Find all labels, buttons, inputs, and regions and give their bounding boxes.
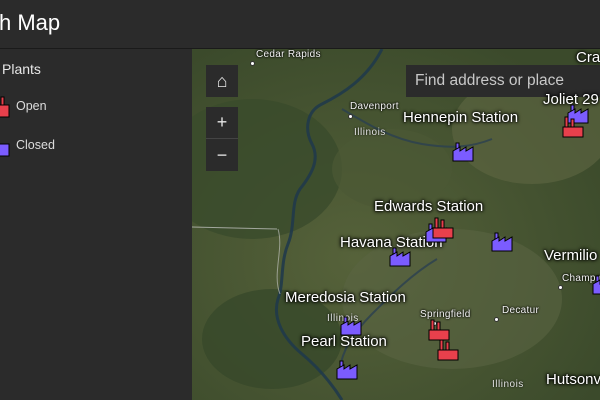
closed-plant-marker[interactable] — [452, 141, 474, 163]
closed-plant-marker[interactable] — [336, 359, 358, 381]
city-dot — [250, 61, 255, 66]
legend-item-closed: Closed — [0, 132, 174, 158]
app-title: sh Map — [0, 10, 61, 35]
zoom-out-button[interactable]: − — [206, 139, 238, 171]
station-label: Meredosia Station — [285, 289, 406, 306]
closed-plant-marker[interactable] — [592, 274, 600, 296]
open-plant-marker[interactable] — [428, 319, 450, 341]
legend-item-open: Open — [0, 93, 174, 119]
city-dot — [348, 114, 353, 119]
station-label: Cra — [576, 49, 600, 66]
closed-plant-marker[interactable] — [491, 231, 513, 253]
city-dot — [494, 317, 499, 322]
open-plant-icon — [0, 96, 10, 118]
station-label: Hutsonv — [546, 371, 600, 388]
app-header: sh Map — [0, 0, 600, 49]
open-plant-marker[interactable] — [562, 116, 584, 138]
home-button[interactable]: ⌂ — [206, 65, 238, 97]
legend-title: Plants — [2, 61, 41, 77]
map-view[interactable]: ⌂ + − Cedar Rapids Davenport Springfield… — [192, 49, 600, 400]
station-label: Hennepin Station — [403, 109, 519, 126]
legend-panel: Plants Open Closed — [0, 49, 192, 400]
open-plant-marker[interactable] — [432, 217, 454, 239]
closed-plant-marker[interactable] — [340, 315, 362, 337]
plus-icon: + — [216, 112, 228, 132]
minus-icon: − — [216, 144, 228, 165]
legend-label-open: Open — [16, 99, 47, 113]
city-label: Cedar Rapids — [256, 49, 321, 60]
closed-plant-icon — [0, 143, 10, 157]
city-dot — [558, 285, 563, 290]
open-plant-marker[interactable] — [437, 339, 459, 361]
closed-plant-marker[interactable] — [389, 246, 411, 268]
city-label: Decatur — [502, 305, 540, 316]
home-icon: ⌂ — [216, 70, 228, 91]
city-label: Davenport — [350, 101, 399, 112]
zoom-in-button[interactable]: + — [206, 107, 238, 139]
station-label: Edwards Station — [374, 198, 484, 215]
station-label: Vermilio — [544, 247, 598, 264]
legend-label-closed: Closed — [16, 138, 55, 152]
state-label: Illinois — [354, 127, 386, 138]
state-label: Illinois — [492, 379, 524, 390]
